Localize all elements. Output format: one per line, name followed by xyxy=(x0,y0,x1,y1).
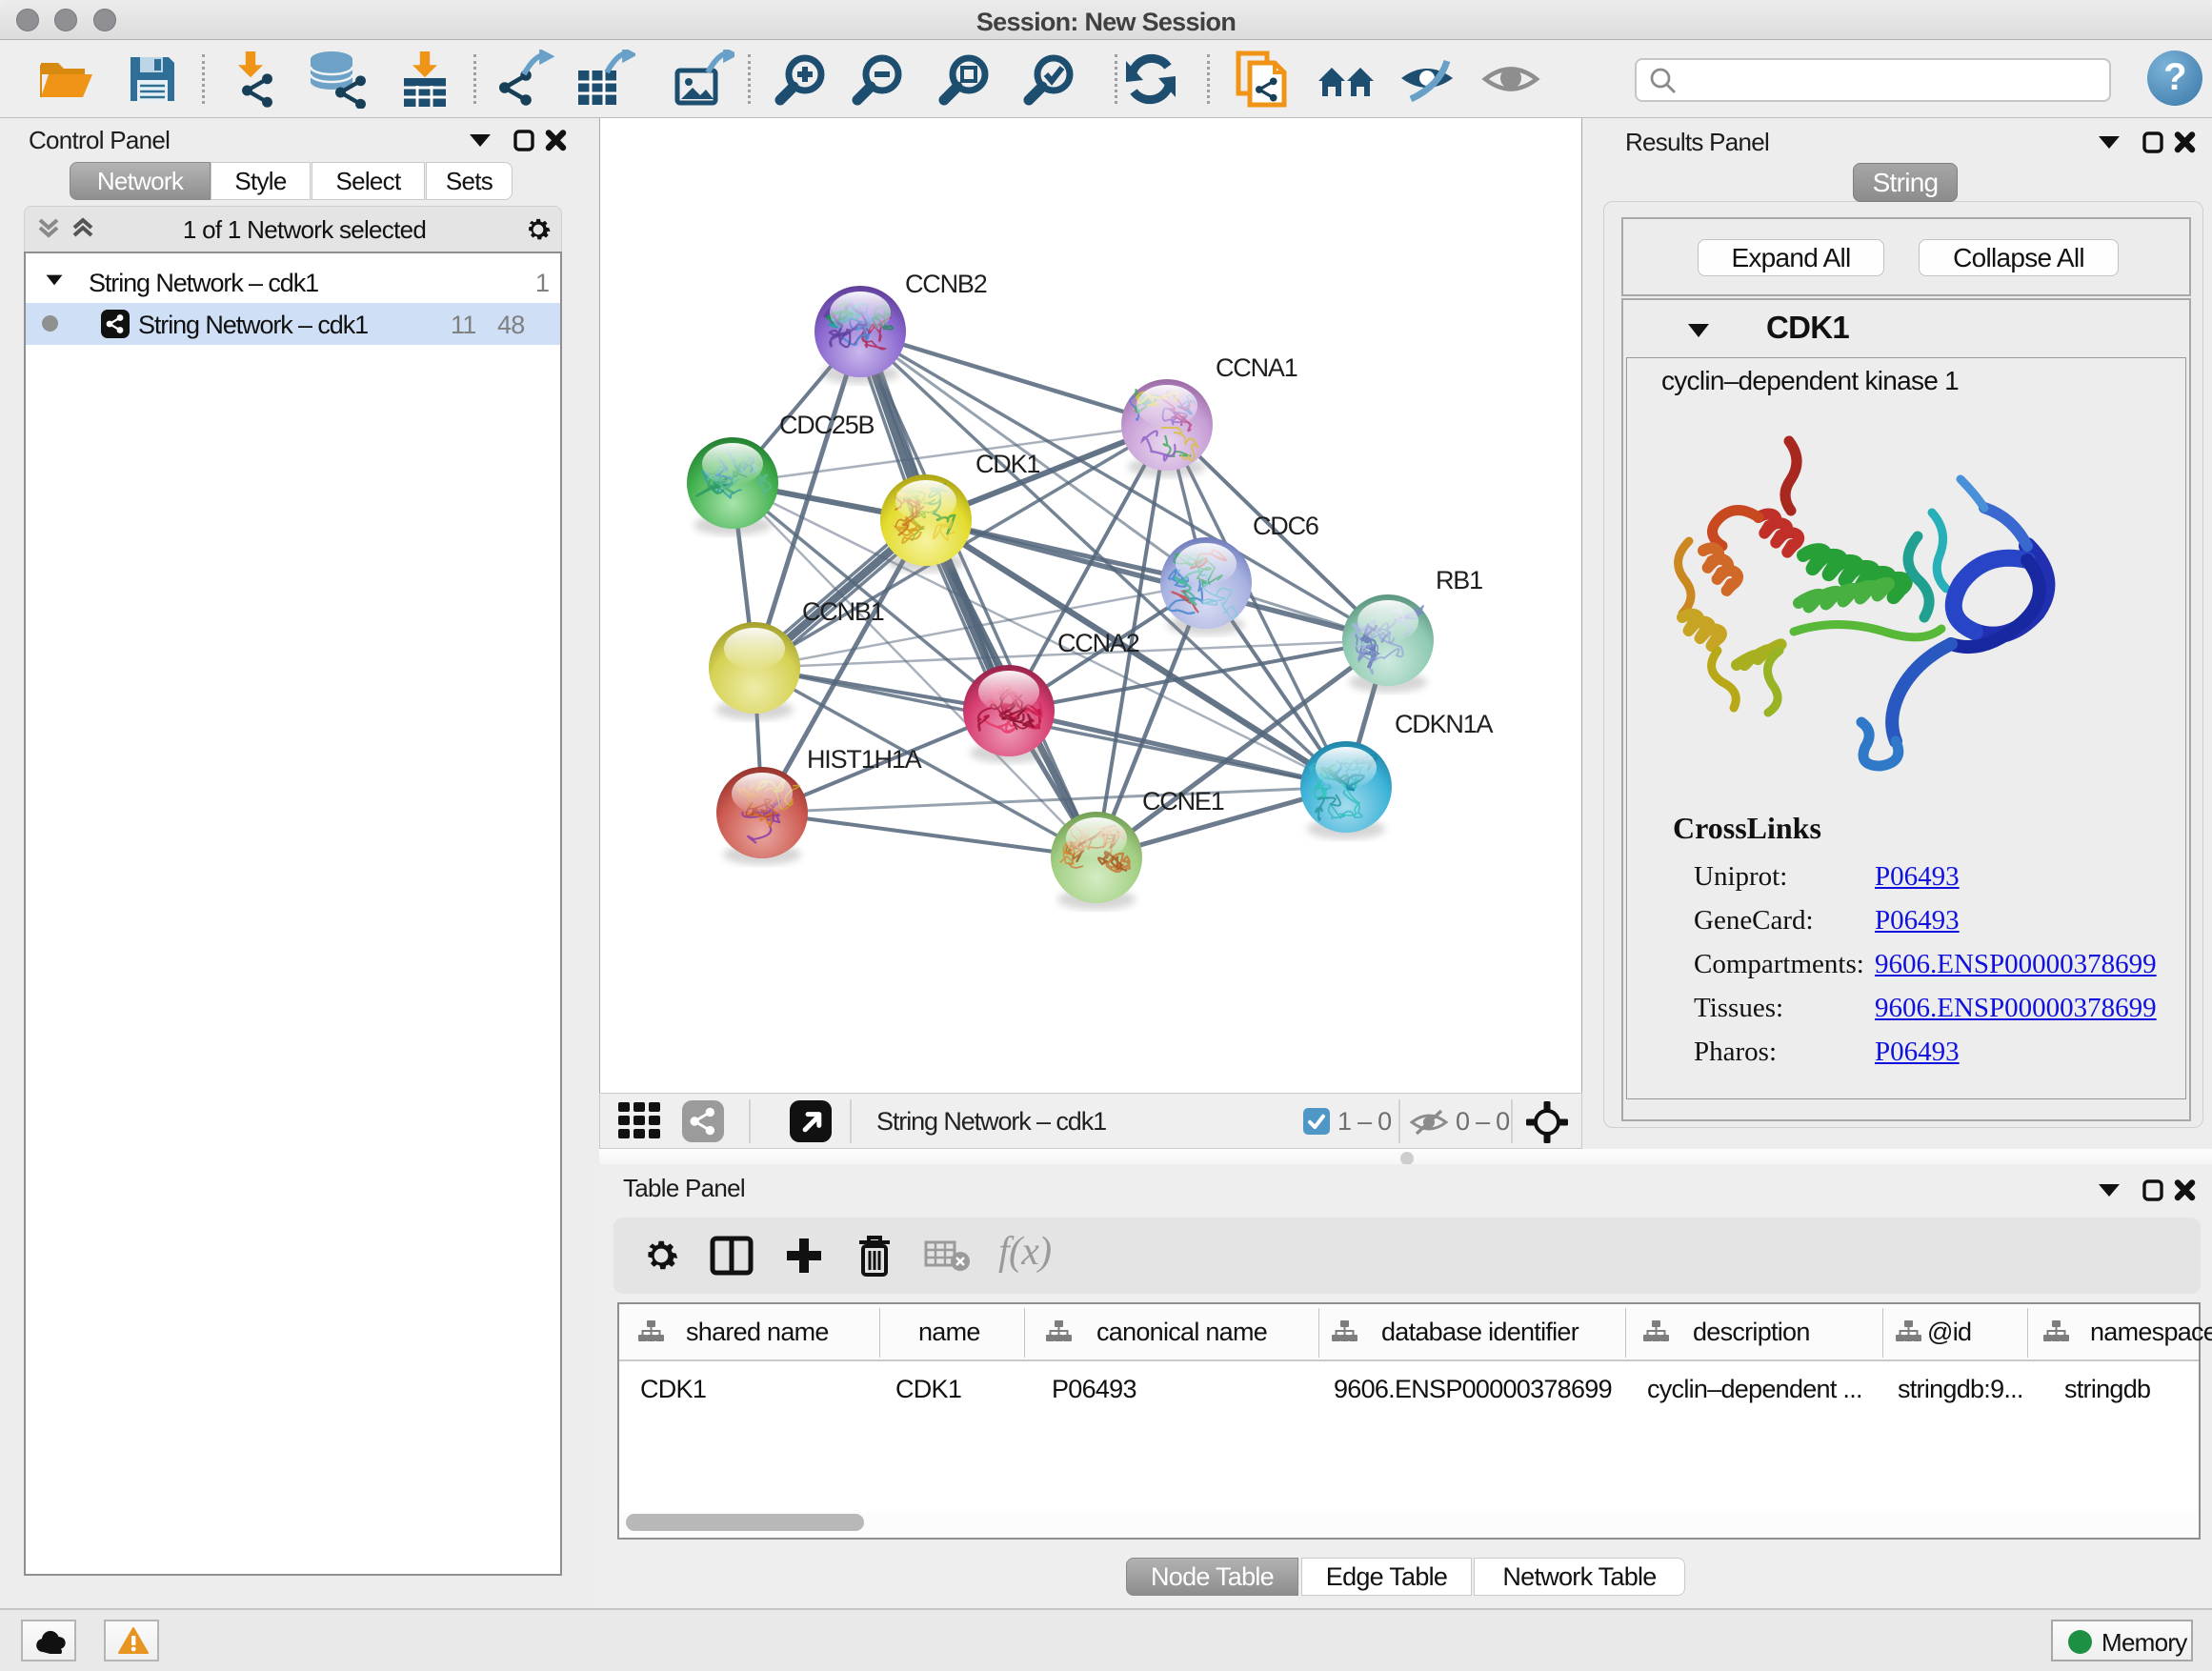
svg-text:RB1: RB1 xyxy=(1436,566,1482,594)
svg-text:CCNB2: CCNB2 xyxy=(905,270,987,298)
svg-text:CCNA2: CCNA2 xyxy=(1057,629,1139,657)
svg-text:CCNA1: CCNA1 xyxy=(1216,353,1297,382)
svg-text:CCNE1: CCNE1 xyxy=(1142,787,1224,815)
svg-text:CDC6: CDC6 xyxy=(1253,512,1318,540)
svg-text:CDKN1A: CDKN1A xyxy=(1395,710,1494,738)
svg-text:CDC25B: CDC25B xyxy=(779,411,875,439)
svg-text:CCNB1: CCNB1 xyxy=(802,597,884,626)
svg-text:HIST1H1A: HIST1H1A xyxy=(807,745,922,774)
svg-text:CDK1: CDK1 xyxy=(975,450,1039,478)
